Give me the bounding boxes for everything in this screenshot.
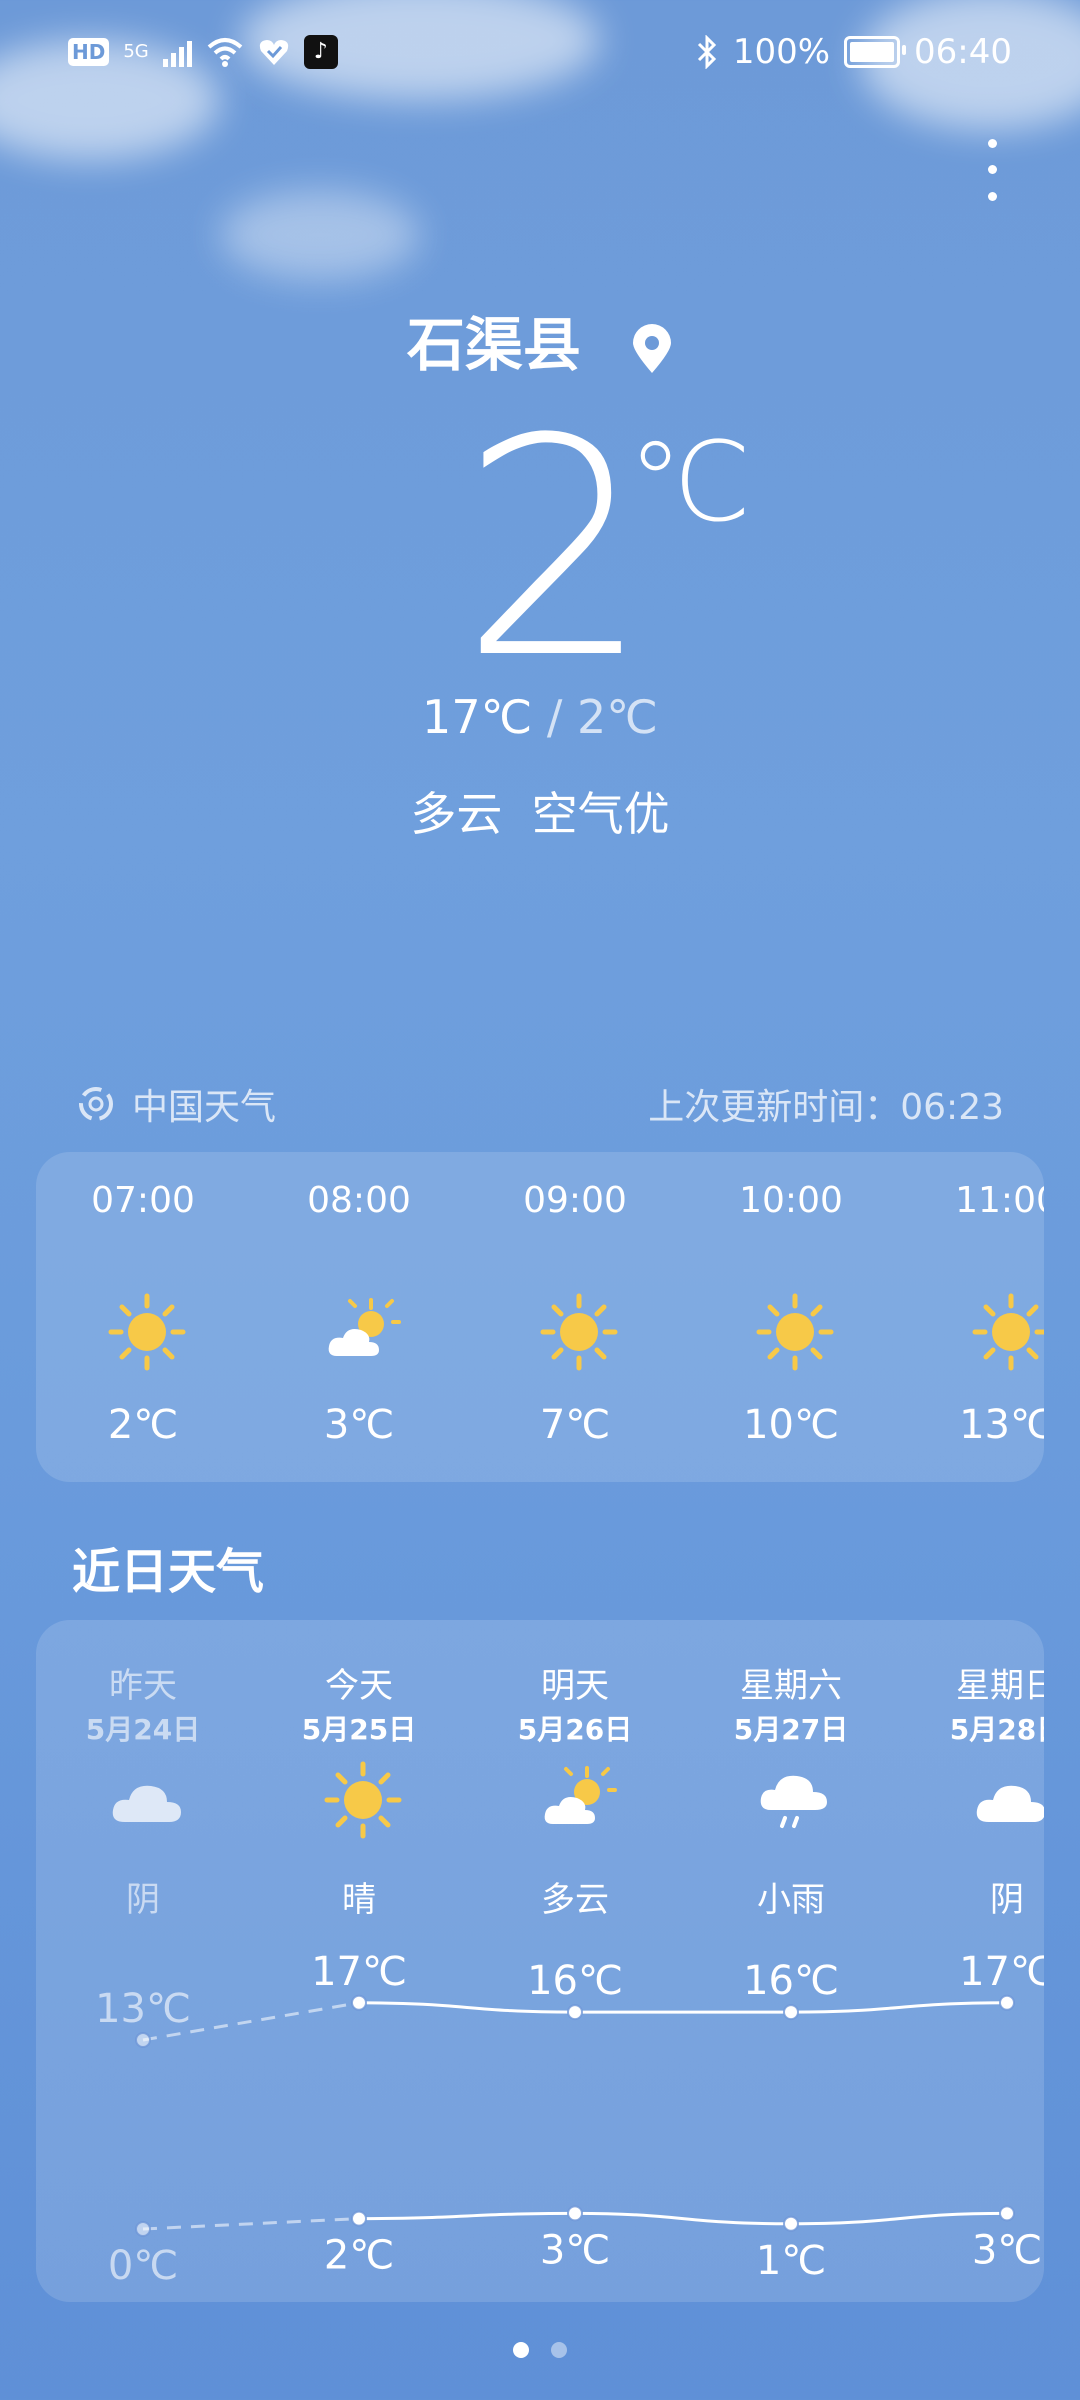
background-cloud xyxy=(220,190,420,280)
status-bar: HD 5G ♪ 100% 06:40 xyxy=(68,30,1012,74)
high-temp-label: 17℃ xyxy=(959,1949,1044,1995)
high-temp-point xyxy=(783,2004,799,2021)
day-date: 5月26日 xyxy=(517,1713,633,1746)
low-temp-label: 3℃ xyxy=(972,2227,1042,2273)
high-temp-label: 17℃ xyxy=(311,1949,407,1995)
day-date: 5月24日 xyxy=(85,1713,201,1746)
recent-weather-title: 近日天气 xyxy=(72,1544,265,1600)
hour-time: 09:00 xyxy=(523,1180,627,1221)
source-name: 中国天气 xyxy=(132,1087,277,1128)
partly-cloudy-icon xyxy=(539,1760,619,1844)
day-condition: 阴 xyxy=(126,1880,160,1920)
hour-temp: 13℃ xyxy=(959,1402,1044,1448)
more-menu-button[interactable] xyxy=(972,130,1012,210)
sun-icon xyxy=(971,1292,1044,1376)
today-high: 17℃ xyxy=(422,690,533,744)
hour-time: 08:00 xyxy=(307,1180,411,1221)
day-name: 昨天 xyxy=(109,1666,177,1706)
battery-percent: 100% xyxy=(732,32,831,72)
page-indicator[interactable] xyxy=(0,2342,1080,2358)
today-low: 2℃ xyxy=(577,690,658,744)
day-name: 星期六 xyxy=(740,1666,842,1706)
wifi-icon xyxy=(207,38,243,67)
high-low-temperature: 17℃ / 2℃ xyxy=(0,690,1080,744)
cloud-icon xyxy=(971,1760,1044,1844)
sun-icon xyxy=(539,1292,619,1376)
partly-cloudy-icon xyxy=(323,1292,403,1376)
hour-time: 10:00 xyxy=(739,1180,843,1221)
hour-temp: 7℃ xyxy=(539,1402,611,1448)
high-temp-label: 13℃ xyxy=(95,1986,191,2032)
battery-icon xyxy=(844,36,907,68)
current-temperature: 2 xyxy=(460,375,651,724)
hour-temp: 3℃ xyxy=(323,1402,395,1448)
low-temp-label: 0℃ xyxy=(108,2243,178,2289)
hour-time: 07:00 xyxy=(91,1180,195,1221)
clock: 06:40 xyxy=(914,32,1012,72)
location-pin-icon xyxy=(633,323,672,373)
high-temp-line xyxy=(358,2001,1008,2014)
sun-icon xyxy=(107,1292,187,1376)
low-temp-point xyxy=(135,2221,151,2237)
signal-icon xyxy=(162,37,192,67)
hour-temp: 2℃ xyxy=(107,1402,179,1448)
bluetooth-icon xyxy=(697,35,716,69)
low-temp-label: 3℃ xyxy=(540,2227,610,2273)
day-name: 明天 xyxy=(541,1666,609,1706)
page-dot-active[interactable] xyxy=(513,2342,529,2358)
day-condition: 多云 xyxy=(541,1880,609,1920)
low-temp-label: 2℃ xyxy=(324,2233,394,2279)
page-dot[interactable] xyxy=(551,2342,567,2358)
high-temp-point xyxy=(999,1994,1015,2011)
high-low-separator: / xyxy=(546,690,563,744)
weather-condition: 多云 xyxy=(410,787,503,841)
hour-temp: 10℃ xyxy=(743,1402,839,1448)
high-temp-point xyxy=(567,2004,583,2021)
tiktok-icon: ♪ xyxy=(303,35,338,69)
heart-shield-icon xyxy=(259,40,288,65)
city-name: 石渠县 xyxy=(406,311,581,379)
low-temp-point xyxy=(783,2215,799,2232)
day-date: 5月27日 xyxy=(733,1713,849,1746)
low-temp-past-segment xyxy=(142,2217,360,2231)
china-weather-logo-icon xyxy=(79,1087,113,1121)
high-temp-point xyxy=(351,1994,367,2011)
network-type-label: 5G xyxy=(123,41,149,62)
high-temp-label: 16℃ xyxy=(527,1958,623,2004)
last-update-time: 上次更新时间：06:23 xyxy=(648,1087,1004,1128)
hourly-forecast-card[interactable]: 07:00 2℃ 08:00 3℃ 09:00 7℃ 10:00 10℃ 11:… xyxy=(36,1152,1044,1482)
low-temp-label: 1℃ xyxy=(756,2238,826,2284)
low-temp-point xyxy=(999,2205,1015,2222)
sun-icon xyxy=(755,1292,835,1376)
day-condition: 阴 xyxy=(990,1880,1024,1920)
rain-icon xyxy=(755,1760,835,1844)
cloud-icon xyxy=(107,1760,187,1844)
hd-icon: HD xyxy=(68,38,110,66)
current-condition: 多云 空气优 xyxy=(0,778,1080,844)
low-temp-line xyxy=(358,2211,1008,2226)
location-header[interactable]: 石渠县 xyxy=(0,298,1080,382)
temperature-unit: ℃ xyxy=(628,418,752,546)
sun-icon xyxy=(323,1760,403,1844)
hour-time: 11:00 xyxy=(955,1180,1044,1221)
day-name: 星期日 xyxy=(956,1666,1044,1706)
daily-forecast-card[interactable]: 13℃ 17℃ 16℃ 16℃ 17℃ 0℃ 2℃ 3℃ 1℃ 3℃ 昨天 5月24日 阴 今天 … xyxy=(36,1620,1044,2302)
low-temp-point xyxy=(567,2205,583,2222)
day-date: 5月28日 xyxy=(949,1713,1044,1746)
high-temp-point xyxy=(135,2032,151,2048)
air-quality: 空气优 xyxy=(531,787,670,841)
day-condition: 晴 xyxy=(342,1880,376,1920)
high-temp-label: 16℃ xyxy=(743,1958,839,2004)
day-date: 5月25日 xyxy=(301,1713,417,1746)
data-source: 中国天气 xyxy=(76,1078,276,1130)
day-condition: 小雨 xyxy=(757,1880,825,1920)
low-temp-point xyxy=(351,2210,367,2227)
day-name: 今天 xyxy=(325,1666,393,1706)
